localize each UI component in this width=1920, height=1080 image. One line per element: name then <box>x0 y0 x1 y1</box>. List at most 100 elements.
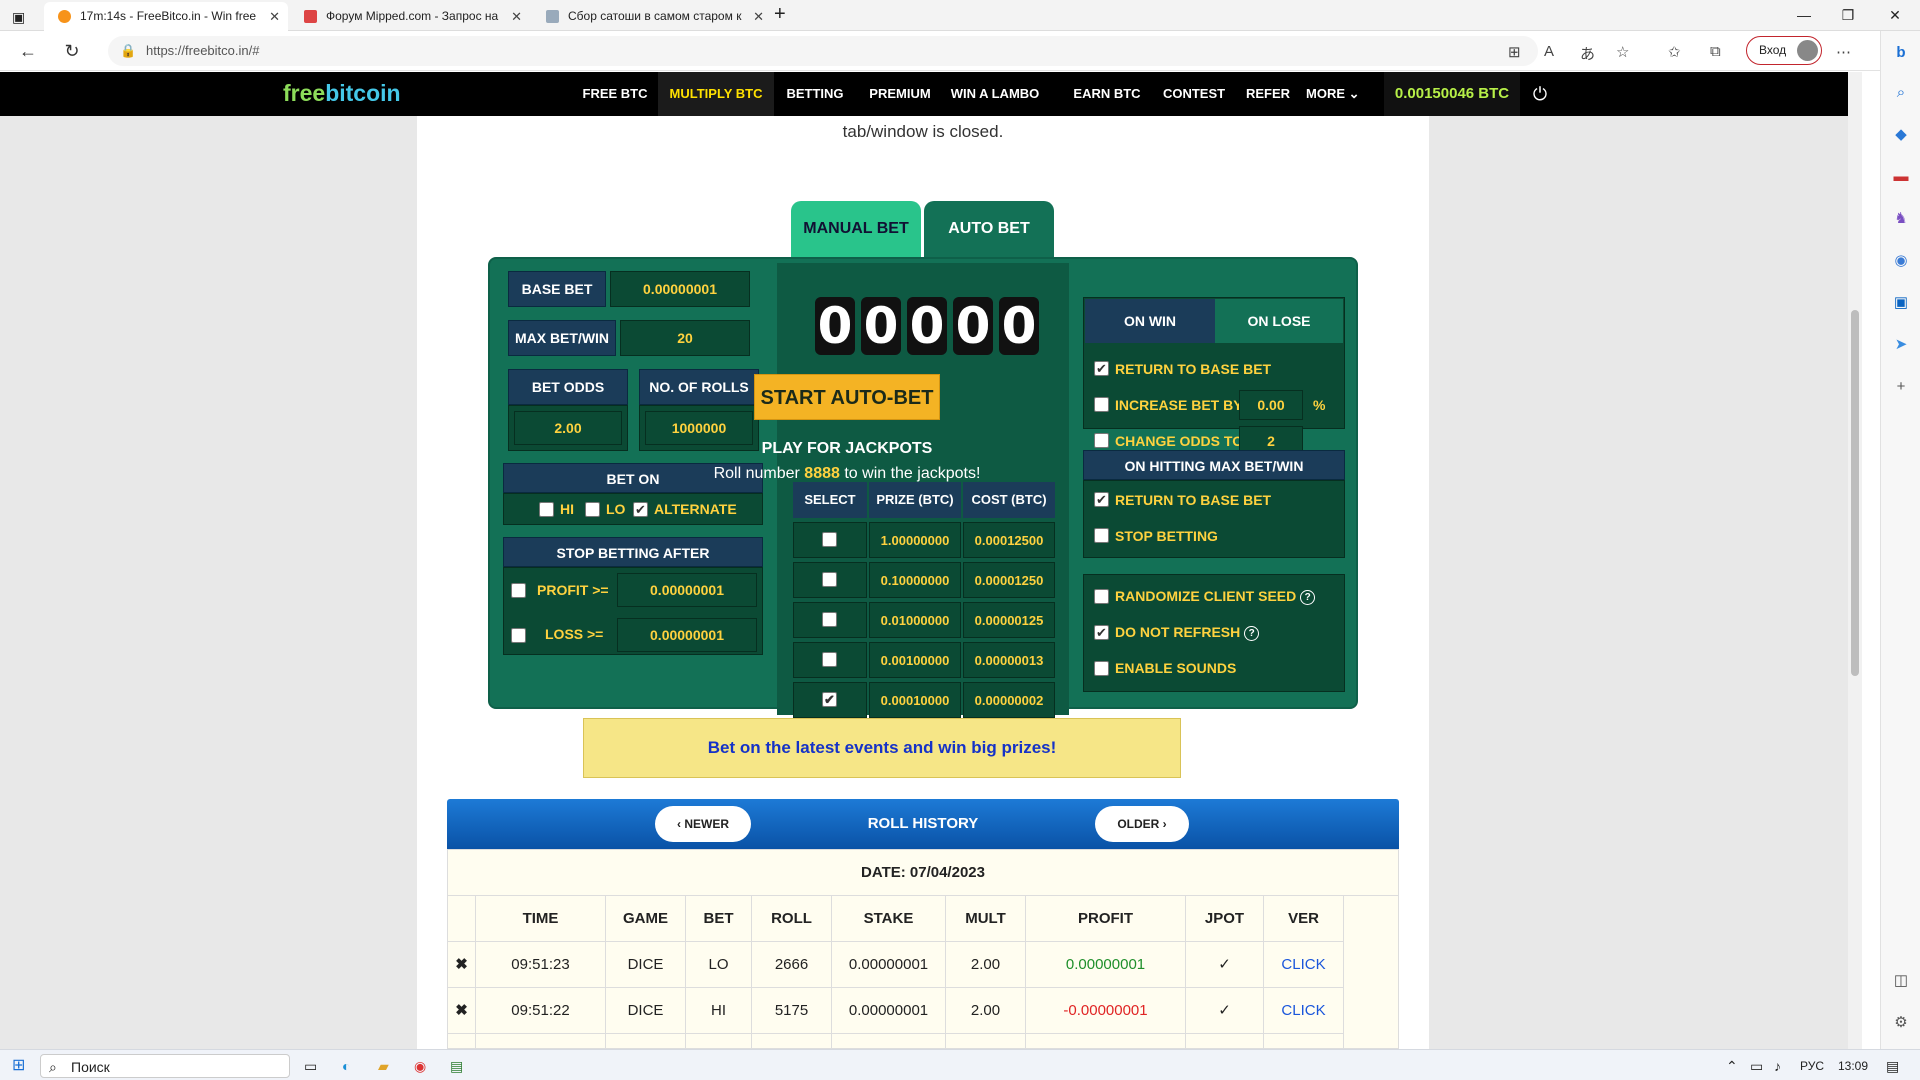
alternate-checkbox[interactable]: ✔ <box>633 502 648 517</box>
nav-refer[interactable]: REFER <box>1234 72 1302 116</box>
older-button[interactable]: OLDER › <box>1095 806 1189 842</box>
read-aloud-icon[interactable]: A <box>1544 43 1554 60</box>
nav-earn-btc[interactable]: EARN BTC <box>1066 72 1148 116</box>
app-taskbar-icon[interactable]: ▤ <box>450 1054 463 1078</box>
browser-tab-satoshi[interactable]: Сбор сатоши в самом старом к ✕ <box>532 2 772 31</box>
history-cell-ver[interactable]: CLICK <box>1264 988 1344 1034</box>
close-window-icon[interactable]: ✕ <box>1870 0 1920 31</box>
help-icon[interactable]: ? <box>1300 589 1316 605</box>
stop-betting-checkbox[interactable] <box>1094 528 1109 543</box>
increase-bet-input[interactable]: 0.00 <box>1239 390 1303 420</box>
settings-icon[interactable]: ⚙ <box>1891 1013 1911 1033</box>
restore-icon[interactable]: ❐ <box>1826 0 1870 31</box>
outlook-icon[interactable]: ▣ <box>1891 293 1911 313</box>
taskbar-search[interactable]: ⌕ Поиск <box>40 1054 290 1078</box>
edge-taskbar-icon[interactable]: ◐ <box>342 1054 350 1078</box>
tab-auto-bet[interactable]: AUTO BET <box>924 201 1054 257</box>
profit-stop-input[interactable]: 0.00000001 <box>617 573 757 607</box>
max-bet-input[interactable]: 20 <box>620 320 750 356</box>
back-icon[interactable]: ← <box>14 37 42 65</box>
refresh-icon[interactable]: ↻ <box>58 37 86 65</box>
language-indicator[interactable]: РУС <box>1800 1054 1824 1078</box>
jackpot-checkbox[interactable]: ✔ <box>822 692 837 707</box>
tray-chevron-icon[interactable]: ⌃ <box>1726 1054 1738 1078</box>
nav-multiply-btc[interactable]: MULTIPLY BTC <box>658 72 774 116</box>
loss-stop-input[interactable]: 0.00000001 <box>617 618 757 652</box>
expand-icon[interactable]: ✖ <box>448 942 476 988</box>
jackpot-checkbox[interactable] <box>822 612 837 627</box>
minimize-icon[interactable]: — <box>1782 0 1826 31</box>
games-icon[interactable]: ♞ <box>1891 209 1911 229</box>
tab-on-win[interactable]: ON WIN <box>1085 299 1215 343</box>
bing-icon[interactable]: b <box>1891 43 1911 63</box>
more-icon[interactable]: ⋯ <box>1836 43 1851 61</box>
lo-checkbox[interactable] <box>585 502 600 517</box>
tab-manual-bet[interactable]: MANUAL BET <box>791 201 921 257</box>
sidebar-toggle-icon[interactable]: ◫ <box>1891 971 1911 991</box>
bet-odds-input[interactable]: 2.00 <box>514 411 622 445</box>
add-icon[interactable]: + <box>1891 377 1911 397</box>
profit-stop-checkbox[interactable] <box>511 583 526 598</box>
max-return-base-checkbox[interactable]: ✔ <box>1094 492 1109 507</box>
expand-icon[interactable]: ✖ <box>448 1034 476 1049</box>
history-cell-ver[interactable]: CLICK <box>1264 1034 1344 1049</box>
chrome-taskbar-icon[interactable]: ◉ <box>414 1054 426 1078</box>
volume-icon[interactable]: ♪ <box>1774 1054 1781 1078</box>
browser-tab-mipped[interactable]: Форум Mipped.com - Запрос на ✕ <box>290 2 530 31</box>
nav-betting[interactable]: BETTING <box>776 72 854 116</box>
explorer-taskbar-icon[interactable]: ▰ <box>378 1054 389 1078</box>
url-box[interactable]: 🔒 https://freebitco.in/# <box>108 36 1538 66</box>
jackpot-checkbox[interactable] <box>822 572 837 587</box>
browser-tab-freebitcoin[interactable]: 17m:14s - FreeBitco.in - Win free ✕ <box>44 2 288 31</box>
nav-contest[interactable]: CONTEST <box>1154 72 1234 116</box>
hi-checkbox[interactable] <box>539 502 554 517</box>
notifications-icon[interactable]: ▤ <box>1886 1054 1899 1078</box>
close-tab-icon[interactable]: ✕ <box>511 2 522 31</box>
tab-on-lose[interactable]: ON LOSE <box>1215 299 1343 343</box>
do-not-refresh-checkbox[interactable]: ✔ <box>1094 625 1109 640</box>
favorite-icon[interactable]: ☆ <box>1616 43 1629 61</box>
login-button[interactable]: Вход <box>1746 36 1822 65</box>
history-cell-ver[interactable]: CLICK <box>1264 942 1344 988</box>
translate-icon[interactable]: あ <box>1580 43 1595 64</box>
tools-icon[interactable]: ▬ <box>1891 167 1911 187</box>
nav-free-btc[interactable]: FREE BTC <box>574 72 656 116</box>
favorites-icon[interactable]: ✩ <box>1668 43 1681 61</box>
jackpot-checkbox[interactable] <box>822 532 837 547</box>
search-icon[interactable]: ⌕ <box>1891 83 1911 103</box>
clock[interactable]: 13:09 <box>1838 1054 1868 1078</box>
betting-promo-banner[interactable]: Bet on the latest events and win big pri… <box>583 718 1181 778</box>
expand-icon[interactable]: ✖ <box>448 988 476 1034</box>
telegram-icon[interactable]: ➤ <box>1891 335 1911 355</box>
nav-premium[interactable]: PREMIUM <box>856 72 944 116</box>
url-text[interactable]: https://freebitco.in/# <box>146 36 259 66</box>
loss-stop-checkbox[interactable] <box>511 628 526 643</box>
nav-win-a-lambo[interactable]: WIN A LAMBO <box>946 72 1044 116</box>
enable-sounds-checkbox[interactable] <box>1094 661 1109 676</box>
task-view-icon[interactable]: ▭ <box>304 1054 317 1078</box>
increase-bet-checkbox[interactable] <box>1094 397 1109 412</box>
change-odds-checkbox[interactable] <box>1094 433 1109 448</box>
close-tab-icon[interactable]: ✕ <box>753 2 764 31</box>
app-available-icon[interactable]: ⊞ <box>1508 43 1521 61</box>
office-icon[interactable]: ◉ <box>1891 251 1911 271</box>
help-icon[interactable]: ? <box>1244 625 1260 641</box>
randomize-seed-checkbox[interactable] <box>1094 589 1109 604</box>
tab-actions-icon[interactable]: ▣ <box>12 5 25 29</box>
power-icon[interactable]: ⏻ <box>1524 72 1556 116</box>
shopping-icon[interactable]: ◆ <box>1891 125 1911 145</box>
base-bet-input[interactable]: 0.00000001 <box>610 271 750 307</box>
close-tab-icon[interactable]: ✕ <box>269 2 280 31</box>
start-auto-bet-button[interactable]: START AUTO-BET <box>754 374 940 420</box>
collections-icon[interactable]: ⧉ <box>1710 43 1721 60</box>
network-icon[interactable]: ▭ <box>1750 1054 1763 1078</box>
scrollbar-thumb[interactable] <box>1851 310 1859 676</box>
site-logo[interactable]: freebitcoin <box>283 80 401 107</box>
windows-start-icon[interactable]: ⊞ <box>12 1054 25 1078</box>
jackpot-checkbox[interactable] <box>822 652 837 667</box>
return-base-checkbox[interactable]: ✔ <box>1094 361 1109 376</box>
new-tab-icon[interactable]: + <box>774 2 786 26</box>
page-scrollbar[interactable] <box>1848 72 1862 1049</box>
nav-more[interactable]: MORE ⌄ <box>1306 72 1376 116</box>
jackpot-cost-cell: 0.00000002 <box>963 682 1055 718</box>
